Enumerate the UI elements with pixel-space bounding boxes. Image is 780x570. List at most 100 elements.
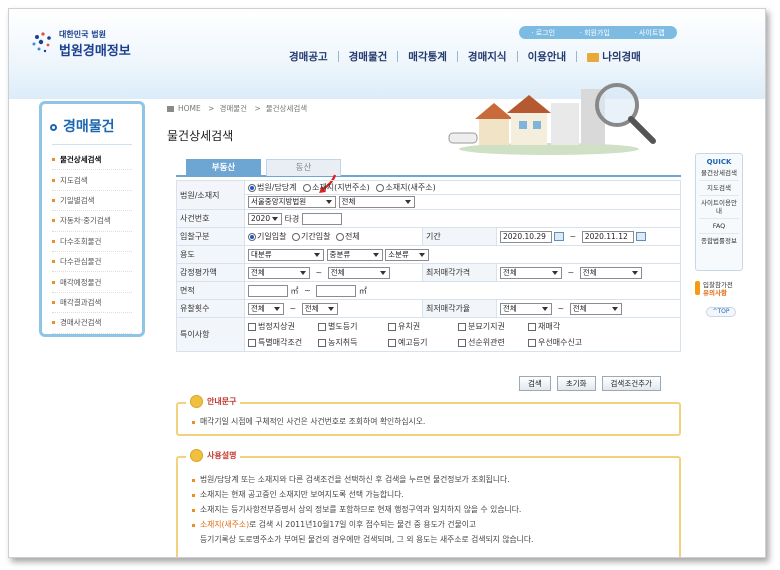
- sidebar-item-date-search[interactable]: 기일별검색: [52, 191, 132, 212]
- breadcrumb-home[interactable]: HOME: [178, 104, 201, 113]
- fail-count-max-select[interactable]: 전체: [301, 302, 338, 315]
- min-rate-min-select[interactable]: 전체: [500, 302, 552, 315]
- area-min-input[interactable]: [248, 284, 288, 297]
- checkbox-lien[interactable]: 유치권: [388, 321, 458, 332]
- quick-item-faq[interactable]: FAQ: [699, 219, 739, 234]
- bullet-icon: [52, 321, 55, 325]
- sidebar-item-label: 물건상세검색: [60, 155, 102, 165]
- checkbox-icon: [388, 338, 396, 347]
- sidebar-item-case-search[interactable]: 경매사건검색: [52, 313, 132, 334]
- sidebar-item-sale-result[interactable]: 매각결과검색: [52, 293, 132, 314]
- bullet-icon: [52, 198, 55, 202]
- radio-new-address[interactable]: [376, 183, 385, 192]
- min-rate-max-select[interactable]: 전체: [569, 302, 622, 315]
- usage-line-text: 소재지는 현재 공고중인 소재지만 보여지도록 선택 가능합니다.: [200, 490, 404, 499]
- calendar-icon[interactable]: [554, 232, 564, 241]
- appraisal-min-select[interactable]: 전체: [248, 266, 310, 279]
- sidebar-item-label: 기일별검색: [60, 195, 95, 205]
- checkbox-label: 분묘기지권: [468, 322, 505, 331]
- quick-menu: QUICK 물건상세검색 지도검색 사이트이용안내 FAQ 종합법률정보: [695, 153, 743, 271]
- checkbox-grave-site[interactable]: 분묘기지권: [458, 321, 528, 332]
- checkbox-icon: [458, 338, 466, 347]
- breadcrumb-separator: >: [254, 104, 261, 113]
- date-to-input[interactable]: 2020.11.12: [581, 230, 634, 243]
- login-link[interactable]: · 로그인: [531, 28, 555, 38]
- reset-button[interactable]: 초기화: [556, 376, 596, 391]
- radio-lot-address[interactable]: [303, 183, 312, 192]
- checkbox-separate-registry[interactable]: 별도등기: [318, 321, 388, 332]
- main-nav: 경매공고 경매물건 매각통계 경매지식 이용안내 나의경매: [279, 49, 651, 64]
- checkbox-special-condition[interactable]: 특별매각조건: [248, 337, 318, 348]
- use-middle-select[interactable]: 중분류: [326, 248, 383, 261]
- nav-my-auction[interactable]: 나의경매: [577, 49, 651, 64]
- radio-all-bid[interactable]: [336, 232, 344, 241]
- search-form: 법원/소재지 법원/담당계 소재지(지번주소) 소재지(새주소) 서울중앙지방법…: [176, 180, 681, 352]
- sidebar-divider: [52, 144, 132, 145]
- quick-item-site-guide[interactable]: 사이트이용안내: [699, 196, 739, 219]
- min-price-max-select[interactable]: 전체: [579, 266, 642, 279]
- court-section-select[interactable]: 전체: [338, 196, 415, 208]
- radio-court[interactable]: [248, 183, 256, 192]
- bid-type-label: 입찰구분: [176, 227, 245, 246]
- appraisal-max-select[interactable]: 전체: [327, 266, 390, 279]
- tab-real-estate[interactable]: 부동산: [186, 159, 261, 176]
- court-select[interactable]: 서울중앙지방법원: [248, 196, 336, 208]
- breadcrumb-auction-items[interactable]: 경매물건: [219, 104, 247, 113]
- case-type-label: 타경: [284, 214, 300, 223]
- checkbox-senior-rights[interactable]: 선순위관련: [458, 337, 528, 348]
- use-major-select[interactable]: 대분류: [248, 248, 324, 261]
- period-label: 기간: [422, 227, 497, 246]
- bullet-icon: [192, 508, 195, 512]
- date-from-input[interactable]: 2020.10.29: [500, 230, 552, 243]
- signup-link[interactable]: · 회원가입: [580, 28, 610, 38]
- sidebar-item-vehicle-search[interactable]: 자동차·중기검색: [52, 211, 132, 232]
- min-rate-label: 최저매각가율: [422, 299, 497, 318]
- nav-sale-statistics[interactable]: 매각통계: [398, 49, 457, 64]
- search-button[interactable]: 검색: [519, 376, 551, 391]
- calendar-icon[interactable]: [635, 232, 646, 241]
- use-minor-select[interactable]: 소분류: [385, 248, 430, 261]
- radio-date-bid[interactable]: [248, 232, 256, 241]
- case-year-select[interactable]: 2020: [248, 212, 282, 225]
- checkbox-notice-registry[interactable]: 예고등기: [388, 337, 458, 348]
- sidebar-item-label: 자동차·중기검색: [60, 216, 111, 226]
- sidebar-item-most-viewed[interactable]: 다수조회물건: [52, 232, 132, 252]
- bullet-icon: [192, 523, 195, 527]
- checkbox-farmland[interactable]: 농지취득: [318, 337, 388, 348]
- bullet-icon: [192, 493, 195, 497]
- nav-auction-items[interactable]: 경매물건: [339, 49, 398, 64]
- fail-count-label: 유찰횟수: [176, 299, 245, 318]
- add-condition-button[interactable]: 검색조건추가: [601, 376, 661, 391]
- sidebar-item-detail-search[interactable]: 물건상세검색: [52, 150, 132, 171]
- quick-item-detail-search[interactable]: 물건상세검색: [699, 166, 739, 181]
- nav-auction-knowledge[interactable]: 경매지식: [458, 49, 517, 64]
- quick-item-map-search[interactable]: 지도검색: [699, 181, 739, 196]
- sidebar-item-map-search[interactable]: 지도검색: [52, 170, 132, 191]
- nav-usage-guide[interactable]: 이용안내: [518, 49, 577, 64]
- checkbox-priority-purchase[interactable]: 우선매수신고: [528, 337, 598, 348]
- bullet-icon: [52, 300, 55, 304]
- use-label: 용도: [176, 245, 245, 264]
- area-max-input[interactable]: [316, 284, 357, 297]
- checkbox-resale[interactable]: 재매각: [528, 321, 598, 332]
- fail-count-min-select[interactable]: 전체: [248, 302, 284, 315]
- usage-line-text: 등기기록상 도로명주소가 부여된 물건의 경우에만 검색되며, 그 외 용도는 …: [200, 535, 534, 544]
- checkbox-icon: [248, 338, 256, 347]
- category-tabs: 부동산 동산: [176, 157, 681, 177]
- sidebar-item-scheduled-sale[interactable]: 매각예정물건: [52, 272, 132, 293]
- checkbox-legal-superficies[interactable]: 법정지상권: [248, 321, 318, 332]
- scroll-top-button[interactable]: ^TOP: [706, 307, 736, 317]
- range-tilde: ~: [557, 304, 565, 313]
- usage-box: 사용설명 법원/담당계 또는 소재지와 다른 검색조건을 선택하신 후 검색을 …: [176, 449, 681, 557]
- case-number-input[interactable]: [301, 212, 342, 225]
- quick-item-law-info[interactable]: 종합법률정보: [699, 234, 739, 248]
- sidebar-item-most-interest[interactable]: 다수관심물건: [52, 252, 132, 273]
- nav-auction-notice[interactable]: 경매공고: [279, 49, 338, 64]
- sitemap-link[interactable]: · 사이트맵: [634, 28, 664, 38]
- check-badge-icon: [190, 395, 203, 408]
- min-price-min-select[interactable]: 전체: [500, 266, 562, 279]
- radio-period-bid[interactable]: [292, 232, 300, 241]
- range-tilde: ~: [289, 304, 297, 313]
- book-icon: [587, 52, 600, 62]
- bid-caution-link[interactable]: 입찰참가전 유의사항: [695, 281, 745, 297]
